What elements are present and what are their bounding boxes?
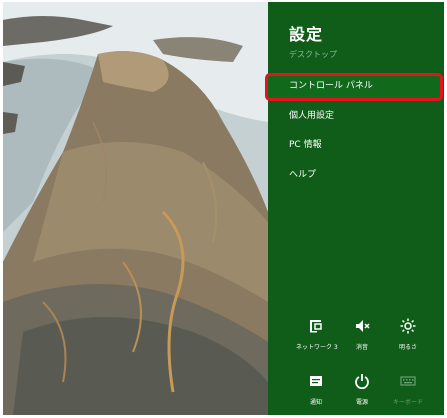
menu-item-pc-info[interactable]: PC 情報 [268,132,444,158]
menu-item-desktop[interactable]: デスクトップ [268,42,444,68]
speaker-mute-icon [342,318,382,338]
quick-volume-label: 消音 [355,344,368,351]
quick-network[interactable]: ネットワーク 3 [296,318,338,351]
quick-notifications-label: 通知 [309,399,322,406]
desktop-wallpaper [3,2,268,415]
quick-brightness[interactable]: 明るさ [388,318,428,351]
quick-power[interactable]: 電源 [342,373,382,406]
menu-item-personalization[interactable]: 個人用設定 [268,103,444,129]
keyboard-icon [388,373,428,393]
network-icon [296,318,336,338]
rock-seascape-image [3,2,268,415]
settings-charm-panel: 設定 デスクトップ コントロール パネル 個人用設定 PC 情報 ヘルプ ネット… [265,2,444,415]
quick-notifications[interactable]: 通知 [296,373,336,406]
quick-keyboard-label: キーボード [392,399,423,406]
quick-brightness-label: 明るさ [398,344,417,351]
brightness-icon [388,318,428,338]
notifications-icon [296,373,336,393]
quick-network-label: ネットワーク 3 [296,344,338,351]
quick-volume[interactable]: 消音 [342,318,382,351]
screenshot-frame: 設定 デスクトップ コントロール パネル 個人用設定 PC 情報 ヘルプ ネット… [3,2,444,415]
quick-power-label: 電源 [355,399,368,406]
quick-keyboard[interactable]: キーボード [388,373,428,406]
power-icon [342,373,382,393]
menu-item-control-panel[interactable]: コントロール パネル [265,73,443,101]
menu-item-help[interactable]: ヘルプ [268,162,444,188]
